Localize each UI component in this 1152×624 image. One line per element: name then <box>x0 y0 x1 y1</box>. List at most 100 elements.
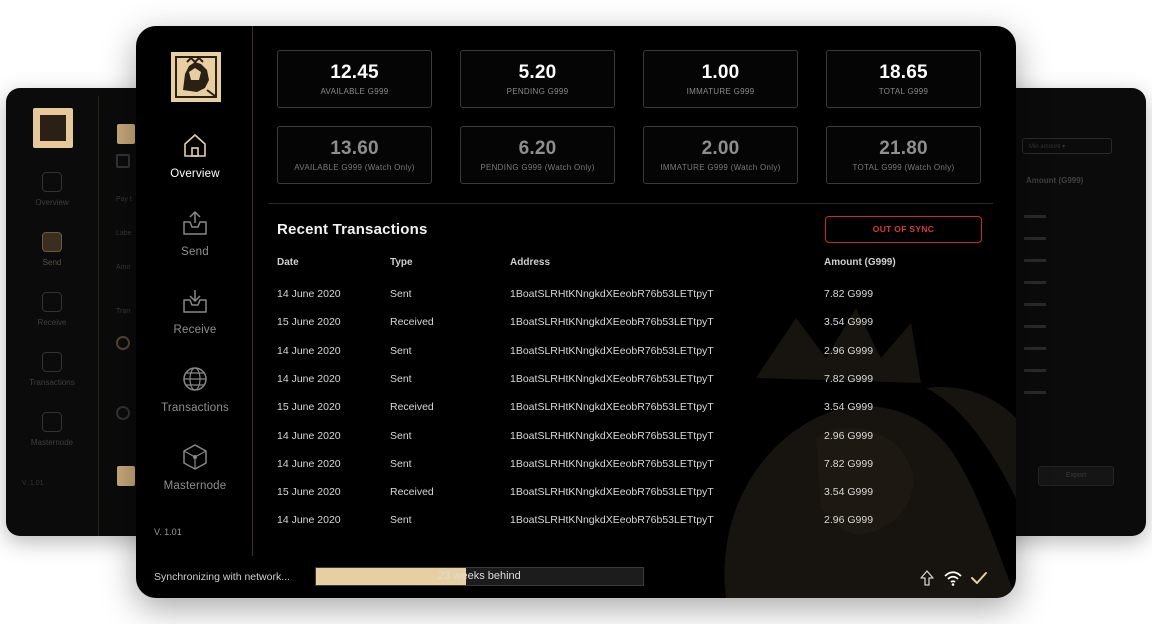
balance-value: 1.00 <box>701 62 740 83</box>
table-row[interactable]: 15 June 2020 Received 1BoatSLRHtKNngkdXEeo… <box>277 486 977 506</box>
tx-type: Sent <box>390 288 412 300</box>
tx-date: 14 June 2020 <box>277 514 341 527</box>
tx-address: 1BoatSLRHtKNngkdXEeobR76b53LETtpyT <box>510 316 714 329</box>
ghost-nav-receive: Receive <box>6 292 98 327</box>
tx-type: Sent <box>390 344 412 357</box>
ghost-logo <box>33 108 73 148</box>
out-of-sync-button[interactable]: OUT OF SYNC <box>825 216 982 243</box>
table-row[interactable]: 15 June 2020 Received 1BoatSLRHtKNngkdXEeo… <box>277 316 977 336</box>
sidebar-item-overview[interactable]: Overview <box>136 130 254 180</box>
sidebar-item-transactions[interactable]: Transactions <box>136 364 254 414</box>
column-header-date: Date <box>277 257 299 268</box>
sidebar-item-label: Receive <box>173 324 217 336</box>
tx-amount: 2.96 G999 <box>824 514 874 527</box>
watch-balance-card-available: 13.60 AVAILABLE G999 (Watch Only) <box>277 126 432 184</box>
receive-tray-icon <box>183 290 207 313</box>
tx-date: 14 June 2020 <box>277 372 341 385</box>
tx-date: 15 June 2020 <box>277 486 341 499</box>
ghost-export-button: Export <box>1038 466 1114 486</box>
cube-network-icon <box>183 444 207 470</box>
balance-label: PENDING G999 <box>506 87 569 96</box>
balance-label: AVAILABLE G999 (Watch Only) <box>294 163 415 172</box>
sync-progress-label: 23 weeks behind <box>438 570 521 582</box>
balance-label: IMMATURE G999 <box>686 87 755 96</box>
table-row[interactable]: 14 June 2020 Sent 1BoatSLRHtKNngkdXEeobR76… <box>277 458 977 478</box>
lion-logo-icon <box>171 52 221 102</box>
sidebar-divider <box>252 26 253 556</box>
sidebar-item-label: Send <box>181 246 209 258</box>
tx-type: Received <box>390 401 434 414</box>
balance-value: 18.65 <box>879 62 928 83</box>
tx-address: 1BoatSLRHtKNngkdXEeobR76b53LETtpyT <box>510 401 714 414</box>
column-header-amount: Amount (G999) <box>824 257 896 268</box>
tx-type: Received <box>390 316 434 329</box>
tx-address: 1BoatSLRHtKNngkdXEeobR76b53LETtpyT <box>510 457 714 470</box>
recent-transactions-title: Recent Transactions <box>277 221 428 238</box>
balance-value: 12.45 <box>330 62 379 83</box>
ghost-button <box>117 466 135 486</box>
checkmark-icon[interactable] <box>970 569 988 587</box>
tx-type: Sent <box>390 429 412 442</box>
tx-type: Sent <box>390 372 412 385</box>
wallet-window: Overview Send Receive Transactions Maste… <box>136 26 1016 598</box>
ghost-nav-masternode: Masternode <box>6 412 98 447</box>
table-row[interactable]: 15 June 2020 Received 1BoatSLRHtKNngkdXEeo… <box>277 401 977 421</box>
balance-label: TOTAL G999 <box>878 87 929 96</box>
sidebar-item-label: Transactions <box>161 402 229 414</box>
sidebar-item-receive[interactable]: Receive <box>136 286 254 336</box>
balance-value: 6.20 <box>518 138 557 159</box>
sidebar-item-masternode[interactable]: Masternode <box>136 442 254 492</box>
tx-date: 14 June 2020 <box>277 429 341 442</box>
upload-arrow-icon[interactable] <box>918 569 936 587</box>
ghost-version: V. 1.01 <box>22 480 44 487</box>
home-icon <box>184 134 206 157</box>
tx-amount: 3.54 G999 <box>824 486 874 499</box>
sync-progress-bar: 23 weeks behind <box>315 567 644 586</box>
tx-amount: 3.54 G999 <box>824 316 874 329</box>
tx-amount: 2.96 G999 <box>824 429 874 442</box>
balance-label: IMMATURE G999 (Watch Only) <box>660 163 781 172</box>
app-version: V. 1.01 <box>154 527 182 537</box>
tx-date: 15 June 2020 <box>277 316 341 329</box>
table-row[interactable]: 14 June 2020 Sent 1BoatSLRHtKNngkdXEeobR76… <box>277 430 977 450</box>
table-row[interactable]: 14 June 2020 Sent 1BoatSLRHtKNngkdXEeobR76… <box>277 345 977 365</box>
ghost-header: Amount (G999) <box>1026 176 1084 185</box>
balance-card-available: 12.45 AVAILABLE G999 <box>277 50 432 108</box>
watch-balance-card-immature: 2.00 IMMATURE G999 (Watch Only) <box>643 126 798 184</box>
ghost-nav-send: Send <box>6 232 98 267</box>
balance-card-pending: 5.20 PENDING G999 <box>460 50 615 108</box>
sidebar-item-label: Masternode <box>163 480 227 492</box>
tx-address: 1BoatSLRHtKNngkdXEeobR76b53LETtpyT <box>510 429 714 442</box>
column-header-address: Address <box>510 257 551 268</box>
balance-label: AVAILABLE G999 <box>320 87 389 96</box>
tx-amount: 2.96 G999 <box>824 344 874 357</box>
table-row[interactable]: 14 June 2020 Sent 1BoatSLRHtKNngkdXEeobR76… <box>277 373 977 393</box>
tx-amount: 3.54 G999 <box>824 401 874 414</box>
column-header-type: Type <box>390 257 413 268</box>
sidebar-item-label: Overview <box>170 168 220 180</box>
table-row[interactable]: 14 June 2020 Sent 1BoatSLRHtKNngkdXEeobR76… <box>277 288 977 308</box>
balance-label: PENDING G999 (Watch Only) <box>480 163 595 172</box>
tx-amount: 7.82 G999 <box>824 288 874 300</box>
tx-address: 1BoatSLRHtKNngkdXEeobR76b53LETtpyT <box>510 514 714 527</box>
globe-icon <box>183 367 207 391</box>
tx-amount: 7.82 G999 <box>824 457 874 470</box>
ghost-select: Min amount ▾ <box>1022 138 1112 154</box>
ghost-checkbox <box>116 154 130 168</box>
tx-address: 1BoatSLRHtKNngkdXEeobR76b53LETtpyT <box>510 372 714 385</box>
balance-value: 2.00 <box>701 138 740 159</box>
watch-balance-card-total: 21.80 TOTAL G999 (Watch Only) <box>826 126 981 184</box>
balance-card-total: 18.65 TOTAL G999 <box>826 50 981 108</box>
balance-label: TOTAL G999 (Watch Only) <box>852 163 955 172</box>
tx-date: 14 June 2020 <box>277 288 341 300</box>
tx-address: 1BoatSLRHtKNngkdXEeobR76b53LETtpyT <box>510 486 714 499</box>
sidebar-item-send[interactable]: Send <box>136 208 254 258</box>
ghost-radio <box>116 406 130 420</box>
balance-card-immature: 1.00 IMMATURE G999 <box>643 50 798 108</box>
wifi-icon[interactable] <box>944 569 962 587</box>
ghost-button <box>117 124 135 144</box>
balance-value: 13.60 <box>330 138 379 159</box>
balance-value: 21.80 <box>879 138 928 159</box>
tx-type: Sent <box>390 457 412 470</box>
table-row[interactable]: 14 June 2020 Sent 1BoatSLRHtKNngkdXEeobR76… <box>277 514 977 534</box>
